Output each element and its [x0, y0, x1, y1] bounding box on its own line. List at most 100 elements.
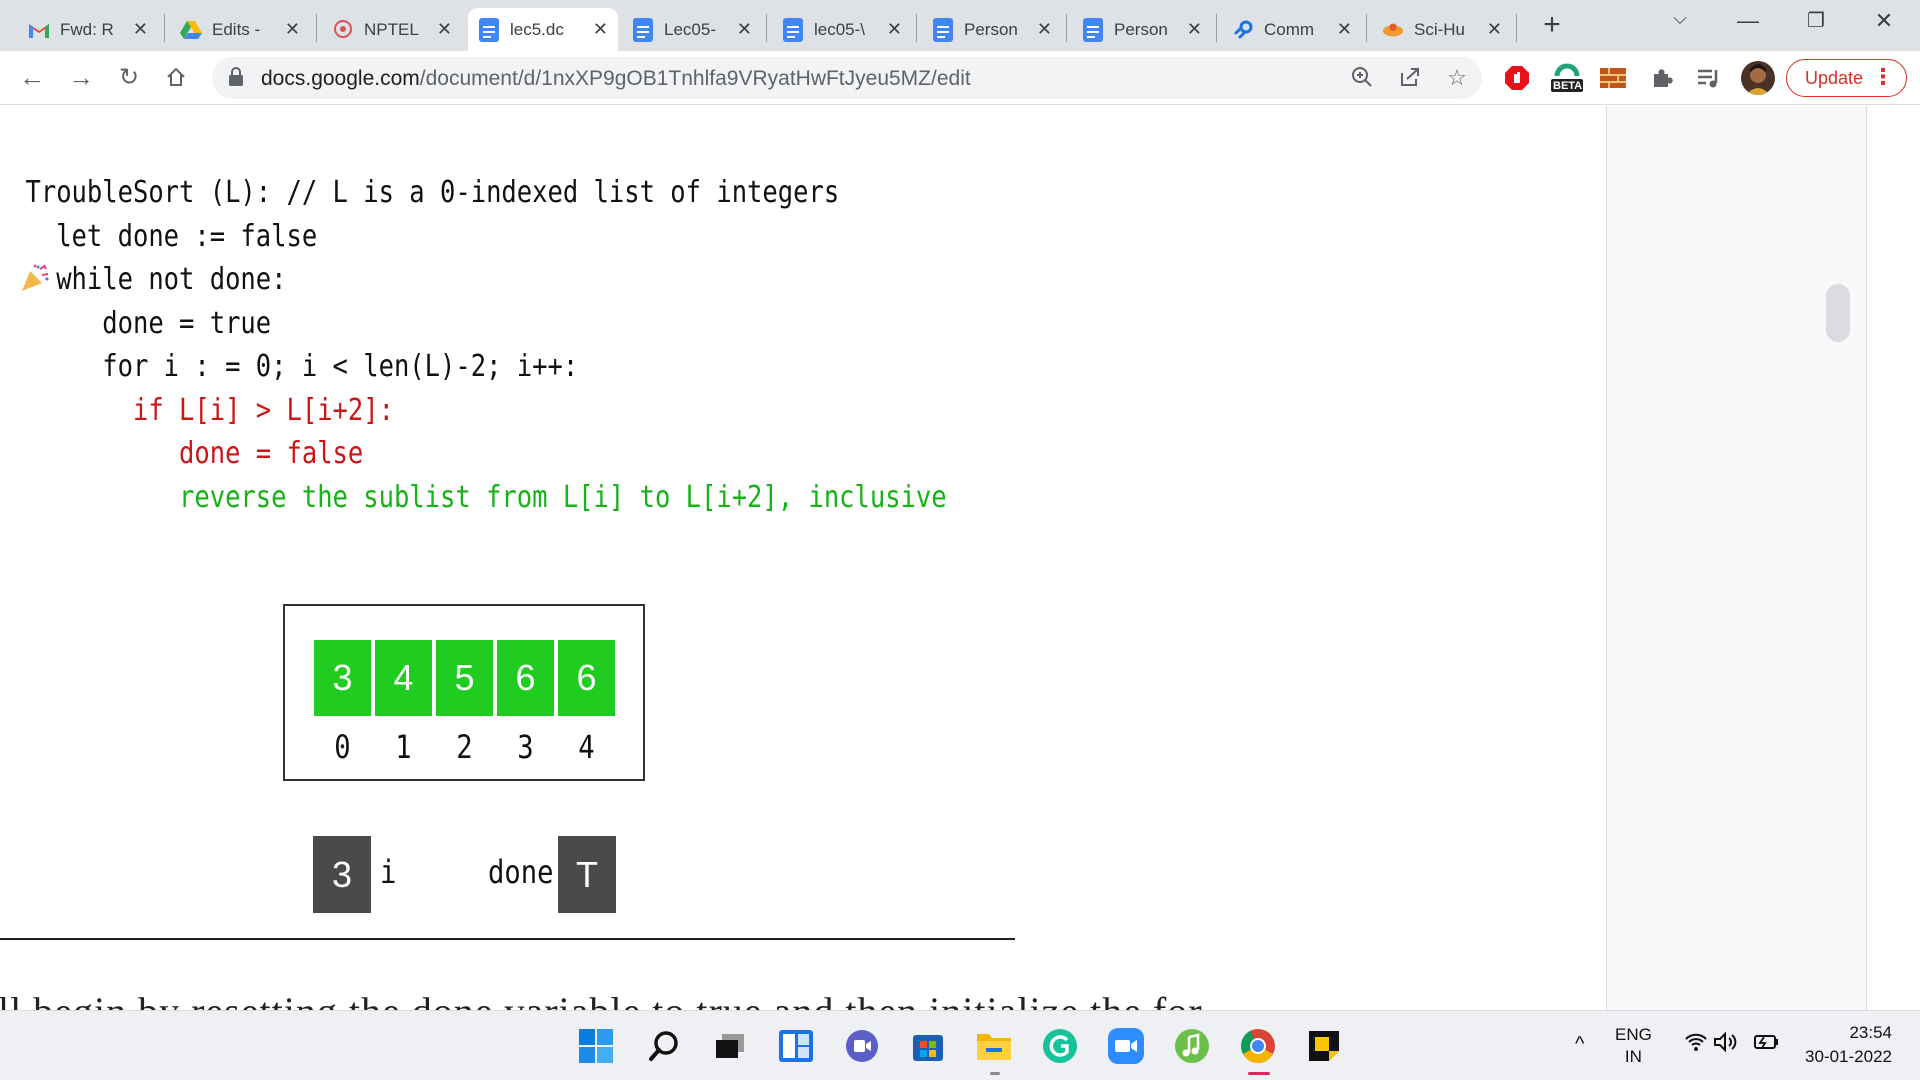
- tab-separator: [316, 14, 317, 42]
- tab-drive[interactable]: Edits - ✕: [170, 8, 310, 51]
- windows-taskbar: ^ ENG IN 23:54 30-01-2022: [0, 1010, 1920, 1080]
- minimize-icon[interactable]: —: [1728, 8, 1768, 34]
- volume-icon[interactable]: [1713, 1029, 1739, 1055]
- tab-lec05-b[interactable]: lec05-\ ✕: [772, 8, 912, 51]
- zoom-icon[interactable]: [1349, 65, 1375, 91]
- system-clock[interactable]: 23:54 30-01-2022: [1805, 1021, 1892, 1069]
- var-i-value: 3: [313, 836, 371, 913]
- tab-lec5-active[interactable]: lec5.dc ✕: [468, 8, 618, 51]
- microsoft-store-icon[interactable]: [910, 1028, 946, 1064]
- menu-dots-icon[interactable]: ⋮: [1872, 64, 1894, 90]
- tab-title: Person: [964, 19, 1018, 39]
- close-icon[interactable]: ✕: [1187, 19, 1202, 40]
- tab-title: Person: [1114, 19, 1168, 39]
- battery-icon[interactable]: [1752, 1029, 1780, 1055]
- zoom-meetings-icon[interactable]: [1108, 1028, 1144, 1064]
- docs-icon: [782, 17, 804, 42]
- docs-icon: [632, 17, 654, 42]
- scrollbar-thumb[interactable]: [1826, 284, 1850, 342]
- language-indicator[interactable]: ENG IN: [1615, 1024, 1652, 1068]
- docs-icon: [1082, 17, 1104, 42]
- code-line-4: done = true: [25, 306, 272, 341]
- back-icon[interactable]: ←: [16, 61, 48, 93]
- array-index: 1: [395, 728, 412, 766]
- partial-paragraph: ll begin by resetting the done variable …: [0, 974, 1400, 1010]
- close-window-icon[interactable]: ✕: [1864, 8, 1904, 34]
- code-line-6: if L[i] > L[i+2]:: [25, 393, 394, 428]
- tab-search-icon[interactable]: ⌵: [1660, 8, 1700, 29]
- tab-title: lec05-\: [814, 19, 866, 39]
- close-icon[interactable]: ✕: [1037, 19, 1052, 40]
- scihub-icon: [1382, 19, 1404, 41]
- music-app-icon[interactable]: [1174, 1028, 1210, 1064]
- restore-icon[interactable]: ❐: [1796, 8, 1836, 33]
- tab-separator: [1216, 14, 1217, 42]
- tab-person-a[interactable]: Person ✕: [922, 8, 1062, 51]
- tab-scihub[interactable]: Sci-Hu ✕: [1372, 8, 1512, 51]
- paragraph-text: ll begin by resetting the done variable …: [0, 988, 1203, 1010]
- chrome-icon[interactable]: [1240, 1028, 1276, 1064]
- url-text[interactable]: docs.google.com/document/d/1nxXP9gOB1Tnh…: [261, 67, 971, 91]
- forward-icon[interactable]: →: [65, 61, 97, 93]
- running-indicator: [990, 1072, 1000, 1075]
- share-icon[interactable]: [1397, 65, 1423, 91]
- start-icon[interactable]: [578, 1028, 614, 1064]
- extensions-puzzle-icon[interactable]: [1647, 63, 1677, 93]
- code-line-2: let done := false: [25, 219, 318, 254]
- home-icon[interactable]: [160, 61, 192, 93]
- beta-extension-icon[interactable]: BETA: [1549, 63, 1585, 93]
- grammarly-icon[interactable]: [1042, 1028, 1078, 1064]
- array-cell: 4: [375, 640, 432, 716]
- tab-separator: [916, 14, 917, 42]
- show-hidden-icons[interactable]: ^: [1575, 1033, 1584, 1056]
- task-view-icon[interactable]: [712, 1028, 748, 1064]
- brick-extension-icon[interactable]: [1598, 63, 1628, 93]
- wifi-icon[interactable]: [1683, 1029, 1709, 1055]
- teams-chat-icon[interactable]: [844, 1028, 880, 1064]
- tab-nptel[interactable]: NPTEL ✕: [322, 8, 462, 51]
- bookmark-star-icon[interactable]: ☆: [1444, 65, 1470, 91]
- array-cell: 5: [436, 640, 493, 716]
- tab-lec05-a[interactable]: Lec05- ✕: [622, 8, 762, 51]
- address-bar[interactable]: docs.google.com/document/d/1nxXP9gOB1Tnh…: [212, 57, 1482, 99]
- sticky-notes-icon[interactable]: [1306, 1028, 1342, 1064]
- docs-icon: [478, 17, 500, 42]
- search-icon[interactable]: [646, 1028, 682, 1064]
- new-tab-button[interactable]: +: [1538, 8, 1566, 42]
- close-icon[interactable]: ✕: [1487, 19, 1502, 40]
- file-explorer-icon[interactable]: [976, 1028, 1012, 1064]
- beta-label: BETA: [1553, 80, 1583, 92]
- doc-side-panel: [1606, 106, 1868, 1010]
- update-label: Update: [1805, 67, 1864, 88]
- adblock-icon[interactable]: [1502, 63, 1532, 93]
- close-icon[interactable]: ✕: [887, 19, 902, 40]
- section-divider: [0, 938, 1015, 940]
- close-icon[interactable]: ✕: [737, 19, 752, 40]
- close-icon[interactable]: ✕: [285, 19, 300, 40]
- tab-title: Sci-Hu: [1414, 19, 1466, 39]
- tab-gmail[interactable]: Fwd: R ✕: [18, 8, 158, 51]
- update-button[interactable]: Update ⋮: [1786, 59, 1907, 97]
- close-icon[interactable]: ✕: [437, 19, 452, 40]
- widgets-icon[interactable]: [778, 1028, 814, 1064]
- array-index: 3: [517, 728, 534, 766]
- link-icon: [1232, 19, 1254, 41]
- array-index: 4: [578, 728, 595, 766]
- close-icon[interactable]: ✕: [1337, 19, 1352, 40]
- close-icon[interactable]: ✕: [593, 19, 608, 40]
- reload-icon[interactable]: ↻: [113, 61, 145, 93]
- media-queue-icon[interactable]: [1694, 63, 1724, 93]
- tab-separator: [766, 14, 767, 42]
- lock-icon: [229, 67, 243, 87]
- code-line-8: reverse the sublist from L[i] to L[i+2],…: [25, 480, 947, 515]
- clock-time: 23:54: [1849, 1023, 1892, 1042]
- tab-person-b[interactable]: Person ✕: [1072, 8, 1212, 51]
- avatar[interactable]: [1741, 61, 1775, 95]
- lang-bottom: IN: [1624, 1047, 1642, 1066]
- var-done-value: T: [558, 836, 616, 913]
- array-index: 2: [456, 728, 473, 766]
- close-icon[interactable]: ✕: [133, 19, 148, 40]
- array-index: 0: [334, 728, 351, 766]
- tab-title: lec5.dc: [510, 19, 564, 39]
- tab-comm[interactable]: Comm ✕: [1222, 8, 1362, 51]
